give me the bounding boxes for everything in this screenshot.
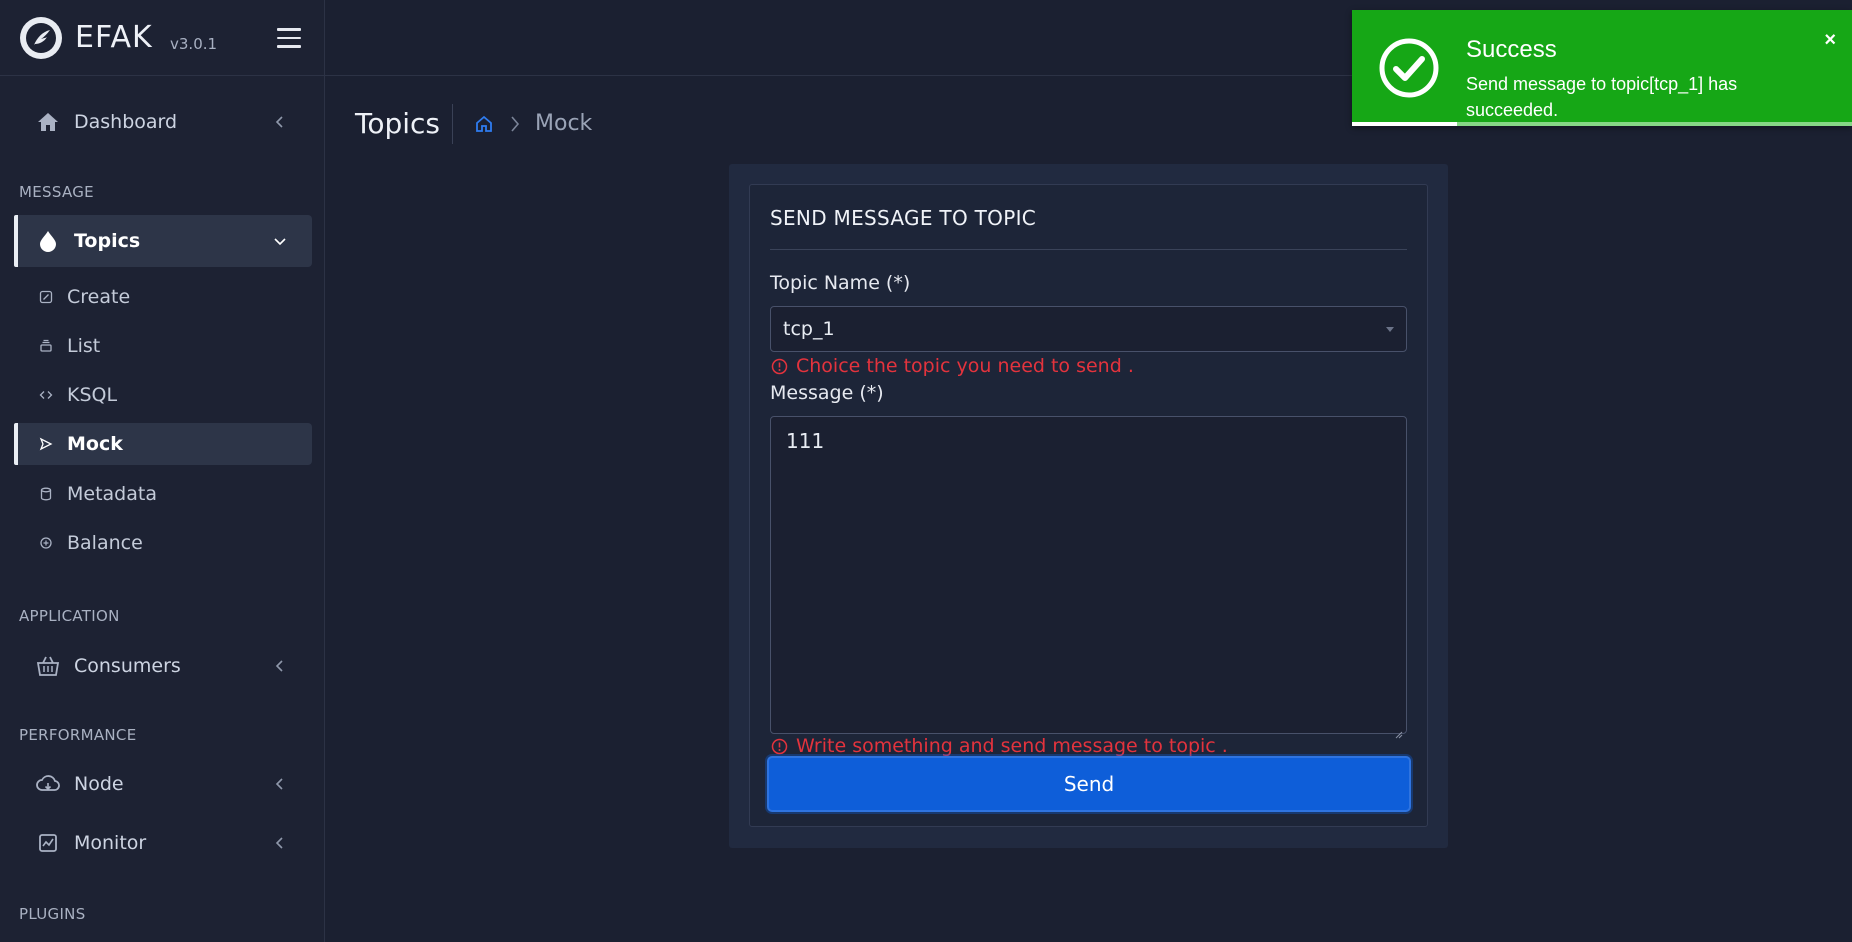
sidebar-item-label: List: [67, 335, 101, 357]
toast-progress-bar: [1352, 122, 1457, 126]
topic-name-label: Topic Name (*): [770, 272, 911, 294]
toast-title: Success: [1466, 36, 1557, 63]
success-toast: Success Send message to topic[tcp_1] has…: [1352, 10, 1852, 126]
message-label: Message (*): [770, 382, 884, 404]
breadcrumb-home-icon[interactable]: [474, 114, 494, 134]
message-error-text: Write something and send message to topi…: [796, 735, 1228, 757]
message-value: 111: [786, 429, 825, 453]
chevron-left-icon: [270, 833, 290, 853]
page-title: Topics: [355, 107, 441, 140]
chevron-left-icon: [270, 656, 290, 676]
app-name: EFAK: [75, 20, 153, 55]
sidebar-subitem-create[interactable]: Create: [14, 276, 312, 318]
code-icon: [38, 387, 54, 403]
chevron-down-icon: [270, 231, 290, 251]
app-version: v3.0.1: [170, 35, 218, 53]
brand: EFAK v3.0.1: [0, 0, 324, 76]
toast-close-button[interactable]: ×: [1824, 30, 1836, 50]
topic-name-error-text: Choice the topic you need to send .: [796, 355, 1134, 377]
chevron-left-icon: [270, 112, 290, 132]
card-title: SEND MESSAGE TO TOPIC: [770, 206, 1037, 230]
sidebar: EFAK v3.0.1 Dashboard MESSAGE Topics Cre…: [0, 0, 325, 942]
list-icon: [38, 338, 54, 354]
home-icon: [36, 110, 60, 134]
sidebar-item-label: Monitor: [74, 832, 147, 854]
sidebar-subitem-balance[interactable]: Balance: [14, 522, 312, 564]
chevron-left-icon: [270, 774, 290, 794]
menu-toggle-icon[interactable]: [277, 28, 301, 48]
section-label-performance: PERFORMANCE: [19, 726, 137, 744]
sidebar-item-monitor[interactable]: Monitor: [14, 817, 312, 869]
section-label-message: MESSAGE: [19, 183, 94, 201]
sidebar-item-label: Dashboard: [74, 111, 178, 133]
sidebar-item-label: Node: [74, 773, 124, 795]
sidebar-item-label: Balance: [67, 532, 143, 554]
topic-name-error: Choice the topic you need to send .: [771, 355, 1134, 377]
alert-circle-icon: [771, 358, 788, 375]
select-caret-icon: [1386, 327, 1394, 332]
basket-icon: [36, 654, 60, 678]
breadcrumb-current: Mock: [535, 111, 593, 136]
topic-name-select[interactable]: tcp_1: [770, 306, 1407, 352]
droplet-icon: [36, 229, 60, 253]
sidebar-item-label: KSQL: [67, 384, 118, 406]
title-divider: [452, 104, 453, 144]
sidebar-item-label: Mock: [67, 433, 123, 455]
breadcrumb-separator-icon: [508, 114, 522, 134]
card-divider: [770, 249, 1407, 250]
edit-icon: [38, 289, 54, 305]
sidebar-subitem-metadata[interactable]: Metadata: [14, 473, 312, 515]
chart-icon: [36, 831, 60, 855]
send-button-label: Send: [1063, 772, 1115, 796]
section-label-plugins: PLUGINS: [19, 905, 86, 923]
sidebar-subitem-ksql[interactable]: KSQL: [14, 374, 312, 416]
cloud-icon: [36, 772, 60, 796]
alert-circle-icon: [771, 738, 788, 755]
sidebar-subitem-list[interactable]: List: [14, 325, 312, 367]
sidebar-item-consumers[interactable]: Consumers: [14, 640, 312, 692]
efak-logo-icon[interactable]: [20, 17, 62, 59]
sidebar-item-label: Create: [67, 286, 131, 308]
send-icon: [38, 436, 54, 452]
send-button[interactable]: Send: [767, 756, 1411, 812]
sidebar-item-label: Metadata: [67, 483, 157, 505]
message-textarea[interactable]: 111: [770, 416, 1407, 739]
section-label-application: APPLICATION: [19, 607, 120, 625]
check-circle-icon: [1378, 37, 1440, 99]
sidebar-item-node[interactable]: Node: [14, 758, 312, 810]
sidebar-subitem-mock[interactable]: Mock: [14, 423, 312, 465]
balance-icon: [38, 535, 54, 551]
topic-name-value: tcp_1: [783, 318, 835, 340]
sidebar-item-label: Consumers: [74, 655, 181, 677]
sidebar-item-dashboard[interactable]: Dashboard: [14, 96, 312, 148]
toast-message: Send message to topic[tcp_1] has succeed…: [1466, 74, 1738, 120]
resize-grip-icon[interactable]: [1393, 720, 1403, 739]
sidebar-item-label: Topics: [74, 230, 141, 252]
message-error: Write something and send message to topi…: [771, 735, 1228, 757]
database-icon: [38, 486, 54, 502]
sidebar-item-topics[interactable]: Topics: [14, 215, 312, 267]
